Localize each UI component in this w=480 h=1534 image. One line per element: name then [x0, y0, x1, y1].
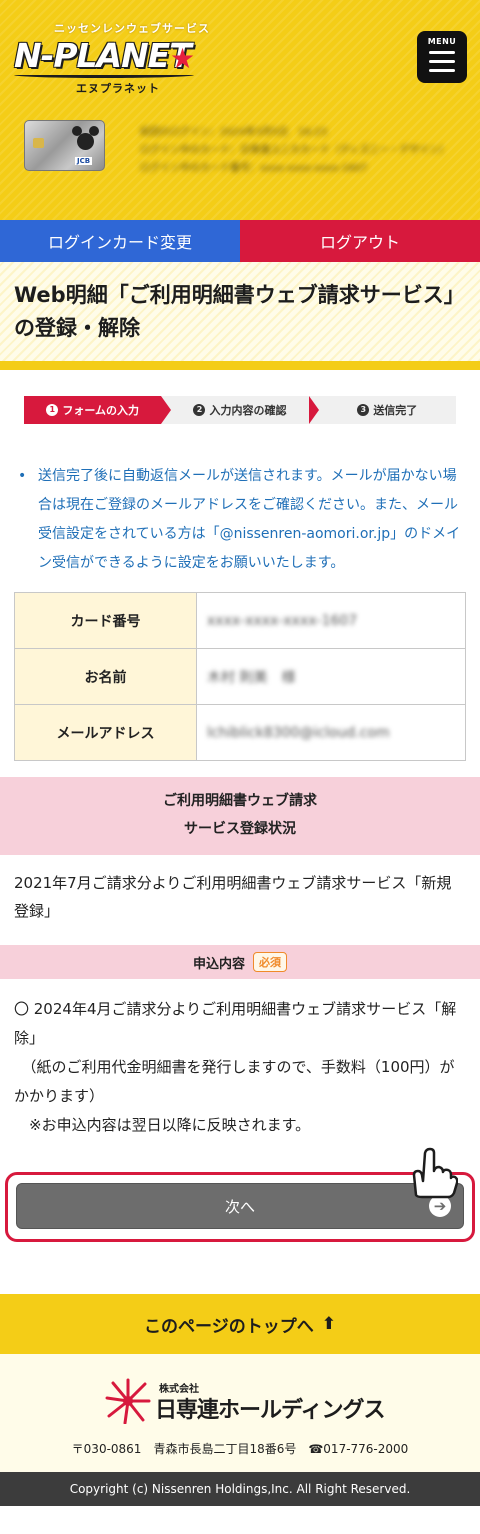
next-button[interactable]: 次へ ➔	[16, 1183, 464, 1229]
mickey-icon	[72, 126, 100, 152]
footer: 株式会社 日専連ホールディングス 〒030-0861 青森市長島二丁目18番6号…	[0, 1354, 480, 1472]
table-row: メールアドレス lchiblick8300@icloud.com	[14, 704, 466, 761]
table-header: カード番号	[14, 592, 197, 649]
page-title-box: Web明細「ご利用明細書ウェブ請求サービス」の登録・解除	[0, 256, 480, 370]
star-icon: ★	[170, 42, 196, 75]
card-chip-icon	[33, 138, 44, 148]
page-title: Web明細「ご利用明細書ウェブ請求サービス」の登録・解除	[14, 283, 465, 340]
application-heading: 申込内容 必須	[0, 945, 480, 979]
table-row: カード番号 xxxx-xxxx-xxxx-1607	[14, 592, 466, 649]
logo-tagline: ニッセンレンウェブサービス	[54, 22, 210, 35]
company-address: 〒030-0861 青森市長島二丁目18番6号 ☎017-776-2000	[71, 1442, 409, 1456]
logout-button[interactable]: ログアウト	[240, 220, 480, 262]
email-value: lchiblick8300@icloud.com	[196, 704, 466, 761]
arrow-up-icon: ⬆	[321, 1314, 336, 1334]
page-top-link[interactable]: このページのトップへ ⬆	[0, 1294, 480, 1354]
company-name: 日専連ホールディングス	[155, 1398, 385, 1423]
company-logo: 株式会社 日専連ホールディングス	[105, 1378, 385, 1428]
pointing-hand-icon	[412, 1147, 458, 1199]
login-card-name: ログイン中のカード：日専連ユニカカード（ディズニー・デザイン）	[140, 145, 450, 156]
table-header: お名前	[14, 648, 197, 705]
change-login-card-button[interactable]: ログインカード変更	[0, 220, 240, 262]
step-arrow-icon	[308, 396, 319, 424]
step-arrow-icon	[161, 396, 172, 424]
required-badge: 必須	[253, 952, 287, 972]
option-note: ※お申込内容は翌日以降に反映されます。	[14, 1116, 311, 1134]
step-number: 3	[357, 404, 370, 416]
card-number-value: xxxx-xxxx-xxxx-1607	[196, 592, 466, 649]
next-button-label: 次へ	[224, 1197, 255, 1216]
progress-steps: 1 フォームの入力 2 入力内容の確認 3 送信完了	[24, 396, 456, 424]
registration-status-heading: ご利用明細書ウェブ請求 サービス登録状況	[0, 777, 480, 855]
bullet-icon: •	[18, 468, 27, 484]
credit-card-image: JCB	[24, 120, 105, 171]
step-number: 1	[46, 404, 59, 416]
hamburger-icon	[429, 69, 455, 72]
table-header: メールアドレス	[14, 704, 197, 761]
customer-info-table: カード番号 xxxx-xxxx-xxxx-1607 お名前 木村 則美 様 メー…	[14, 592, 466, 761]
header: ニッセンレンウェブサービス N-PLANET ★ エヌプラネット MENU JC…	[0, 0, 480, 262]
next-button-highlight: 次へ ➔	[5, 1147, 475, 1242]
login-info: 前回のログイン：2024年3月5日 16:23 ログイン中のカード：日専連ユニカ…	[140, 124, 460, 178]
step-number: 2	[193, 404, 206, 416]
login-card-number: ログイン中のカード番号：xxxx-xxxx-xxxx-1607	[140, 163, 368, 174]
logo-subtitle: エヌプラネット	[76, 82, 160, 95]
logo-text: N-PLANET	[14, 36, 192, 75]
notice-text: 送信完了後に自動返信メールが送信されます。メールが届かない場合は現在ご登録のメー…	[38, 468, 461, 571]
registration-status-text: 2021年7月ご請求分よりご利用明細書ウェブ請求サービス「新規登録」	[14, 874, 452, 920]
step-label: 入力内容の確認	[209, 404, 287, 417]
option-note: （紙のご利用代金明細書を発行しますので、手数料（100円）がかかります）	[14, 1058, 455, 1105]
option-radio-label[interactable]: 〇 2024年4月ご請求分よりご利用明細書ウェブ請求サービス「解除」	[14, 995, 466, 1053]
menu-button[interactable]: MENU	[417, 31, 467, 83]
page-top-label: このページのトップへ	[144, 1316, 314, 1337]
notice: • 送信完了後に自動返信メールが送信されます。メールが届かない場合は現在ご登録の…	[16, 462, 464, 578]
card-brand: JCB	[75, 157, 93, 165]
burst-logo-icon	[105, 1378, 151, 1424]
n-planet-logo[interactable]: ニッセンレンウェブサービス N-PLANET ★ エヌプラネット	[14, 20, 209, 100]
last-login: 前回のログイン：2024年3月5日 16:23	[140, 127, 327, 138]
step-label: フォームの入力	[62, 404, 139, 417]
application-option[interactable]: 〇 2024年4月ご請求分よりご利用明細書ウェブ請求サービス「解除」 （紙のご利…	[0, 979, 480, 1140]
step-label: 送信完了	[373, 404, 418, 417]
logo-swoosh	[14, 72, 194, 78]
step-confirm: 2 入力内容の確認	[171, 396, 309, 424]
name-value: 木村 則美 様	[196, 648, 466, 705]
hamburger-icon	[429, 60, 455, 63]
copyright: Copyright (c) Nissenren Holdings,Inc. Al…	[0, 1472, 480, 1506]
table-row: お名前 木村 則美 様	[14, 648, 466, 705]
step-complete: 3 送信完了	[318, 396, 456, 424]
step-form-input: 1 フォームの入力	[24, 396, 162, 424]
account-nav: ログインカード変更 ログアウト	[0, 220, 480, 262]
menu-label: MENU	[427, 37, 457, 46]
hamburger-icon	[429, 51, 455, 54]
